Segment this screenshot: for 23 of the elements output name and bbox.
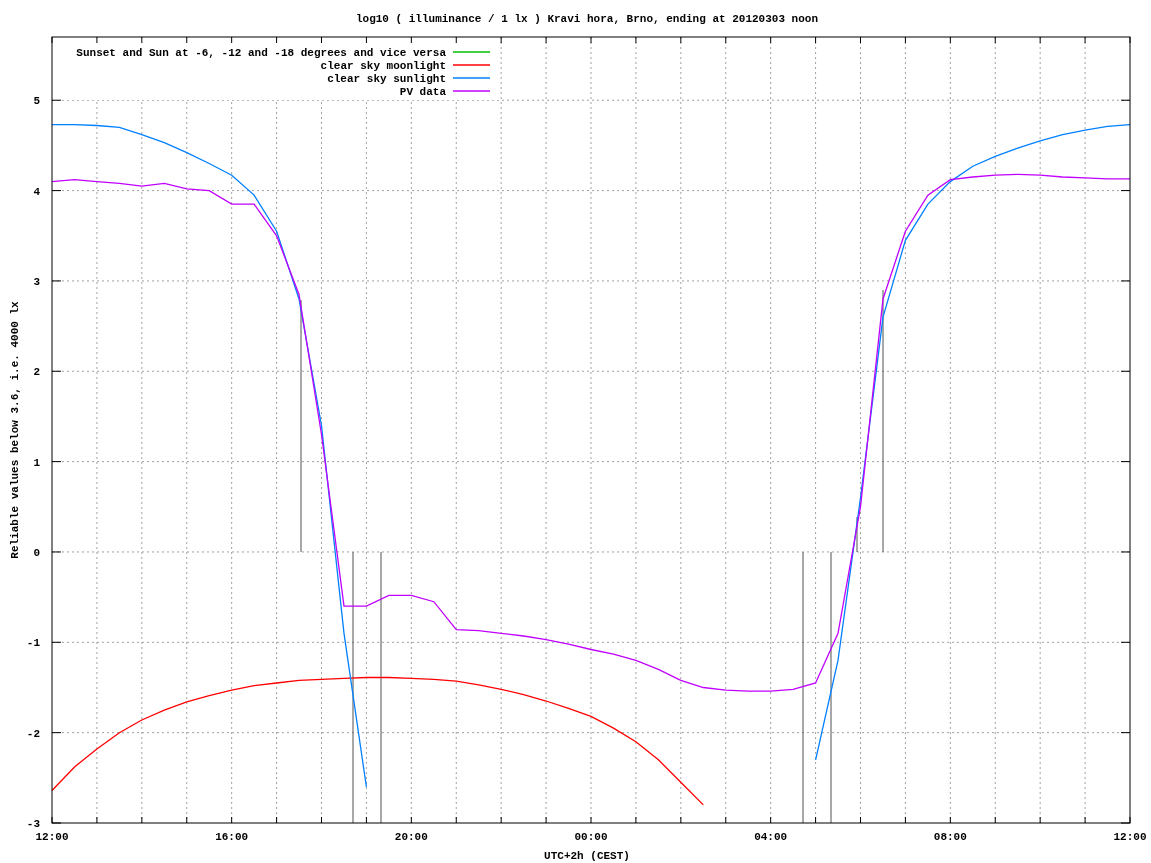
y-tick-label: 5 <box>33 95 40 108</box>
y-tick-label: 1 <box>33 456 40 469</box>
y-tick-label: 3 <box>33 275 40 288</box>
chart-title: log10 ( illuminance / 1 lx ) Kravi hora, Brno, ending at 20120303 noon <box>355 13 819 25</box>
legend-label: PV data <box>399 86 446 98</box>
y-tick-label: -1 <box>26 637 40 650</box>
x-tick-label: 08:00 <box>933 831 967 843</box>
y-axis-label: Reliable values below 3.6, i.e. 4000 lx <box>9 301 21 559</box>
y-tick-label: -3 <box>26 818 40 830</box>
legend-label: Sunset and Sun at -6, -12 and -18 degrees and vice versa <box>76 47 446 59</box>
x-tick-label: 00:00 <box>574 831 608 843</box>
y-tick-label: 0 <box>33 546 40 559</box>
x-tick-label: 20:00 <box>394 831 428 843</box>
y-tick-label: 4 <box>33 185 40 198</box>
x-tick-label: 12:00 <box>1113 831 1147 843</box>
x-axis-label: UTC+2h (CEST) <box>544 850 630 862</box>
x-tick-label: 04:00 <box>754 831 788 843</box>
y-tick-label: 2 <box>33 366 40 379</box>
x-tick-label: 12:00 <box>35 831 69 843</box>
x-tick-label: 16:00 <box>215 831 249 843</box>
legend-label: clear sky sunlight <box>327 73 446 85</box>
y-tick-label: -2 <box>26 727 40 740</box>
legend-label: clear sky moonlight <box>320 60 446 72</box>
